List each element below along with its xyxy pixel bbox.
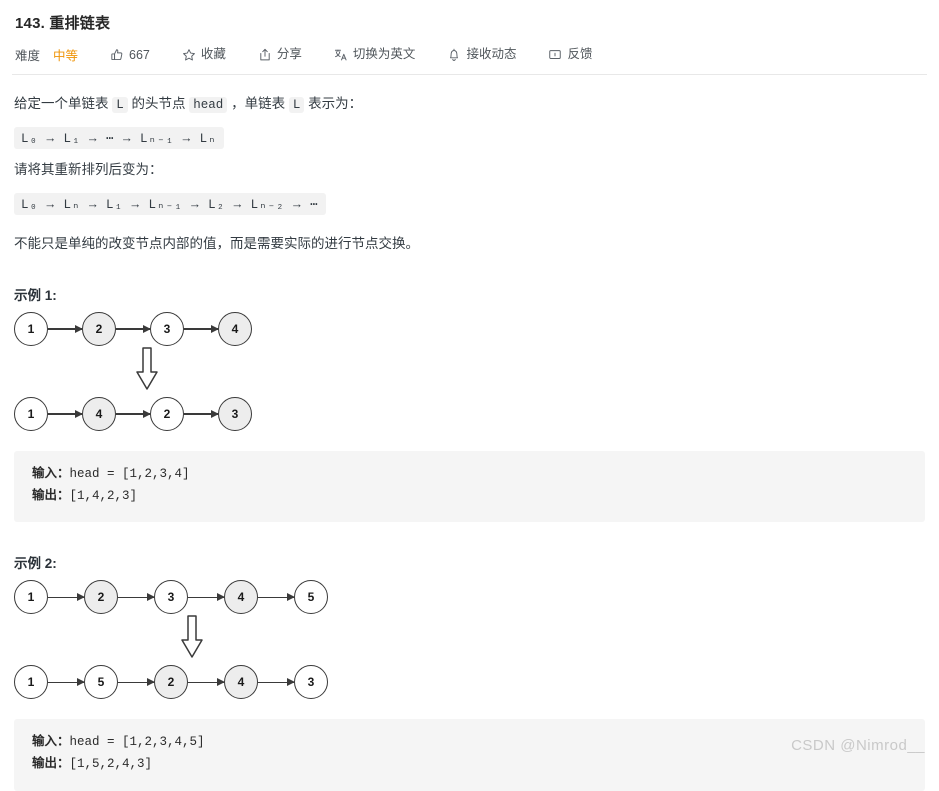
example-2-list-after: 1 5 2 4 3 (14, 665, 925, 700)
link-arrow-icon (48, 410, 83, 419)
link-arrow-icon (116, 325, 151, 334)
translate-label: 切换为英文 (352, 47, 416, 62)
link-arrow-icon (184, 410, 219, 419)
example-2-title: 示例 2: (14, 556, 57, 572)
header-divider (12, 74, 927, 75)
description-note: 不能只是单纯的改变节点内部的值，而是需要实际的进行节点交换。 (14, 235, 419, 251)
list-node: 3 (218, 397, 252, 432)
example-2-input-line: 输入：head = [1,2,3,4,5] (32, 731, 907, 753)
list-node: 4 (224, 580, 258, 615)
link-arrow-icon (258, 678, 295, 687)
list-node: 5 (84, 665, 118, 700)
inline-code-L: L (112, 97, 128, 113)
link-arrow-icon (48, 325, 83, 334)
rearrange-instruction: 请将其重新排列后变为： (14, 162, 163, 177)
link-arrow-icon (184, 325, 219, 334)
translate-button[interactable]: 切换为英文 (334, 47, 416, 62)
favorite-button[interactable]: 收藏 (182, 48, 226, 62)
problem-toolbar: 难度 中等 667 收藏 分享 切换为英文 接收动态 反馈 (0, 33, 939, 64)
example-1-input-value: head = [1,2,3,4] (69, 467, 190, 482)
intro-text-4: 表示为： (304, 96, 363, 111)
example-2-transform-arrow-wrap (14, 614, 925, 665)
difficulty-label: 难度 (15, 49, 41, 63)
example-1-output-value: [1,4,2,3] (69, 488, 138, 503)
link-arrow-icon (116, 410, 151, 419)
page-title: 143. 重排链表 (15, 15, 111, 32)
intro-text-1: 给定一个单链表 (14, 96, 113, 111)
example-1-list-before: 1234 (14, 312, 925, 347)
list-node: 3 (294, 665, 328, 700)
example-1-input-line: 输入：head = [1,2,3,4] (32, 463, 907, 485)
list-node: 4 (82, 397, 116, 432)
list-node: 2 (154, 665, 188, 700)
thumb-up-icon (110, 48, 124, 62)
problem-content: 给定一个单链表 L 的头节点 head ，单链表 L 表示为： L₀ → L₁ … (0, 93, 939, 791)
subscribe-label: 接收动态 (466, 47, 517, 62)
intro-text-3: ，单链表 (227, 96, 289, 111)
link-arrow-icon (188, 678, 225, 687)
csdn-watermark: CSDN @Nimrod__ (791, 737, 925, 754)
list-node: 1 (14, 312, 48, 347)
example-2-list-before: 1 2 3 4 5 (14, 580, 925, 615)
example-2-input-label: 输入： (32, 734, 70, 749)
share-label: 分享 (276, 47, 302, 62)
example-1-list-after: 1423 (14, 397, 925, 432)
example-2-output-value: [1,5,2,4,3] (69, 757, 153, 772)
example-1-title: 示例 1: (14, 288, 57, 304)
list-node: 3 (154, 580, 188, 615)
star-icon (182, 48, 196, 62)
example-2-input-value: head = [1,2,3,4,5] (69, 735, 205, 750)
example-1-input-label: 输入： (32, 466, 70, 481)
example-2-output-line: 输出：[1,5,2,4,3] (32, 753, 907, 775)
list-node: 4 (224, 665, 258, 700)
list-node: 1 (14, 580, 48, 615)
difficulty-value: 中等 (53, 49, 79, 63)
share-icon (258, 48, 272, 62)
list-node: 3 (150, 312, 184, 347)
list-node: 5 (294, 580, 328, 615)
list-node: 2 (82, 312, 116, 347)
list-node: 2 (84, 580, 118, 615)
description-intro: 给定一个单链表 L 的头节点 head ，单链表 L 表示为： (14, 93, 925, 115)
example-1-diagram: 1234 1423 (14, 312, 925, 432)
link-arrow-icon (118, 678, 155, 687)
feedback-icon (548, 48, 562, 62)
example-1-output-label: 输出： (32, 487, 70, 502)
feedback-button[interactable]: 反馈 (548, 48, 592, 62)
inline-code-head: head (189, 97, 228, 113)
list-node: 2 (150, 397, 184, 432)
sequence-before: L₀ → L₁ → ⋯ → Lₙ₋₁ → Lₙ (14, 127, 224, 149)
like-count: 667 (129, 47, 150, 62)
sequence-after: L₀ → Lₙ → L₁ → Lₙ₋₁ → L₂ → Lₙ₋₂ → ⋯ (14, 192, 326, 215)
example-1-codeblock: 输入：head = [1,2,3,4] 输出：[1,4,2,3] (14, 451, 925, 523)
list-node: 4 (218, 312, 252, 347)
example-1-output-line: 输出：[1,4,2,3] (32, 485, 907, 507)
favorite-label: 收藏 (200, 47, 226, 62)
like-button[interactable]: 667 (110, 48, 150, 62)
link-arrow-icon (48, 593, 85, 602)
example-1-transform-arrow-wrap (14, 346, 925, 397)
intro-text-2: 的头节点 (127, 96, 190, 111)
feedback-label: 反馈 (567, 47, 593, 62)
inline-code-L2: L (288, 97, 305, 113)
example-2-codeblock: 输入：head = [1,2,3,4,5] 输出：[1,5,2,4,3] (14, 719, 925, 791)
down-block-arrow-icon (179, 614, 205, 665)
example-2-output-label: 输出： (32, 756, 70, 771)
example-2-diagram: 1 2 3 4 5 1 5 2 4 3 (14, 580, 925, 700)
down-block-arrow-icon (134, 346, 160, 397)
link-arrow-icon (48, 678, 85, 687)
difficulty-indicator: 难度 中等 (15, 45, 78, 64)
subscribe-button[interactable]: 接收动态 (447, 48, 516, 62)
link-arrow-icon (118, 593, 155, 602)
list-node: 1 (14, 665, 48, 700)
list-node: 1 (14, 397, 48, 432)
link-arrow-icon (188, 593, 225, 602)
translate-icon (334, 48, 348, 62)
share-button[interactable]: 分享 (258, 48, 302, 62)
bell-icon (447, 48, 461, 62)
link-arrow-icon (258, 593, 295, 602)
